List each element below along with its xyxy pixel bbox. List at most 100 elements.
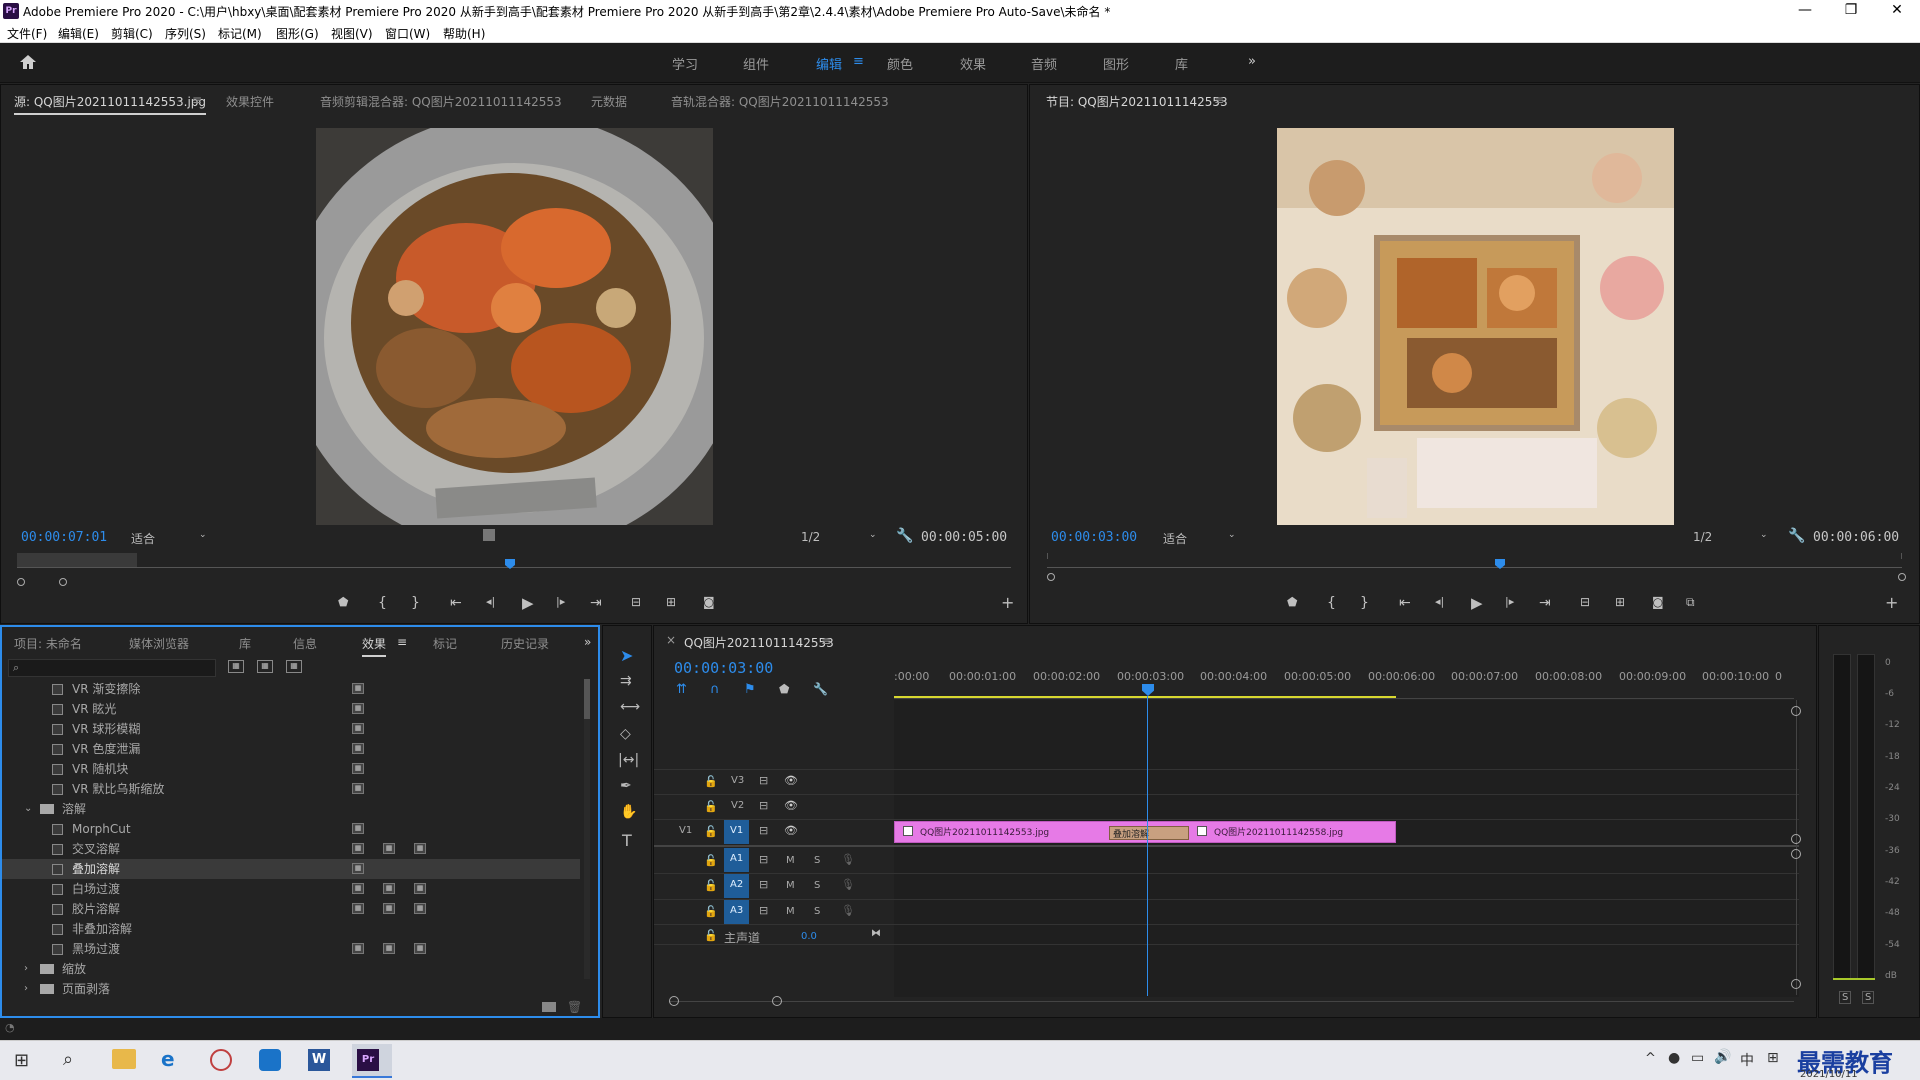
vertical-zoom-handle[interactable]: [1791, 706, 1801, 716]
program-mark-out-icon[interactable]: }: [1360, 595, 1369, 611]
delete-icon[interactable]: 🗑: [567, 1000, 582, 1014]
program-zoom-select[interactable]: 适合: [1163, 530, 1187, 547]
menu-edit[interactable]: 编辑(E): [58, 25, 99, 42]
ime-mode-icon[interactable]: ⊞: [1767, 1050, 1779, 1066]
list-item[interactable]: 白场过渡 ▦ ▦ ▦: [2, 879, 580, 899]
program-step-forward-icon[interactable]: |▸: [1505, 595, 1514, 608]
source-timecode[interactable]: 00:00:07:01: [21, 530, 107, 545]
workspace-more-icon[interactable]: »: [1248, 54, 1256, 69]
list-item-selected[interactable]: 叠加溶解 ▦: [2, 859, 580, 879]
program-mark-in-icon[interactable]: {: [1327, 595, 1336, 611]
slip-tool-icon[interactable]: |↔|: [618, 752, 639, 768]
track-label-v3[interactable]: V3: [731, 775, 744, 786]
list-item[interactable]: VR 色度泄漏 ▦: [2, 739, 580, 759]
program-add-button[interactable]: +: [1885, 593, 1898, 612]
linked-selection-icon[interactable]: ⚑: [744, 682, 756, 697]
effects-scrollbar[interactable]: [584, 679, 590, 979]
solo-button[interactable]: S: [814, 906, 820, 917]
program-add-marker-icon[interactable]: ⬟: [1287, 595, 1297, 609]
export-frame-icon[interactable]: ◙: [703, 595, 715, 609]
lock-icon[interactable]: 🔓: [704, 879, 718, 892]
track-area[interactable]: [894, 700, 1799, 997]
source-patch-v1[interactable]: V1: [679, 825, 692, 836]
tab-metadata[interactable]: 元数据: [591, 93, 627, 110]
eye-icon[interactable]: 👁: [784, 799, 798, 812]
workspace-graphics[interactable]: 图形: [1103, 54, 1129, 73]
mute-button[interactable]: M: [786, 855, 795, 866]
list-item[interactable]: VR 球形模糊 ▦: [2, 719, 580, 739]
nest-toggle-icon[interactable]: ⇈: [676, 682, 687, 697]
folder-item[interactable]: ⌄ 溶解: [2, 799, 580, 819]
add-marker-icon[interactable]: ⬟: [338, 595, 348, 609]
extract-icon[interactable]: ⊞: [1615, 595, 1625, 609]
timeline-playhead-icon[interactable]: [1142, 684, 1154, 696]
snap-icon[interactable]: ∩: [710, 682, 720, 697]
vertical-zoom-handle[interactable]: [1791, 979, 1801, 989]
menu-sequence[interactable]: 序列(S): [165, 25, 206, 42]
ime-indicator[interactable]: 中: [1740, 1050, 1754, 1070]
timeline-marker-icon[interactable]: ⬟: [779, 682, 789, 696]
close-button[interactable]: ✕: [1874, 0, 1920, 22]
vertical-zoom-handle[interactable]: [1791, 849, 1801, 859]
source-wrench-icon[interactable]: 🔧: [896, 528, 913, 544]
program-zoom-handle-left[interactable]: [1047, 573, 1055, 581]
program-resolution-select[interactable]: 1/2: [1693, 530, 1712, 544]
workspace-audio[interactable]: 音频: [1031, 54, 1057, 73]
list-item[interactable]: MorphCut ▦: [2, 819, 580, 839]
program-go-to-out-icon[interactable]: ⇥: [1539, 595, 1551, 611]
horizontal-scroll-handle[interactable]: [669, 996, 679, 1006]
effects-search-input[interactable]: ⌕: [8, 659, 216, 677]
menu-help[interactable]: 帮助(H): [443, 25, 485, 42]
list-item[interactable]: 交叉溶解 ▦ ▦ ▦: [2, 839, 580, 859]
mute-button[interactable]: M: [786, 906, 795, 917]
accelerated-effects-icon[interactable]: ▦: [228, 660, 244, 673]
taskbar-search-icon[interactable]: ⌕: [63, 1049, 73, 1070]
paint-app-icon[interactable]: [210, 1049, 232, 1071]
insert-icon[interactable]: ⊟: [631, 595, 641, 609]
horizontal-scroll-handle[interactable]: [772, 996, 782, 1006]
lock-icon[interactable]: 🔓: [704, 775, 718, 788]
home-icon[interactable]: [18, 53, 38, 71]
razor-tool-icon[interactable]: ◇: [620, 726, 631, 742]
lift-icon[interactable]: ⊟: [1580, 595, 1590, 609]
list-item[interactable]: VR 默比乌斯缩放 ▦: [2, 779, 580, 799]
tab-effect-controls[interactable]: 效果控件: [226, 93, 274, 110]
list-item[interactable]: VR 随机块 ▦: [2, 759, 580, 779]
overwrite-icon[interactable]: ⊞: [666, 595, 676, 609]
tab-source[interactable]: 源: QQ图片20211011142553.jpg: [14, 93, 207, 115]
vertical-zoom-handle[interactable]: [1791, 834, 1801, 844]
pen-tool-icon[interactable]: ✒: [620, 778, 632, 794]
program-step-back-icon[interactable]: ◂|: [1435, 595, 1444, 608]
expand-chevron-icon[interactable]: ›: [24, 959, 28, 979]
menu-window[interactable]: 窗口(W): [385, 25, 430, 42]
tab-history[interactable]: 历史记录: [501, 635, 549, 652]
go-to-in-icon[interactable]: ⇤: [450, 595, 462, 611]
effects-more-icon[interactable]: »: [584, 635, 591, 649]
transition-block[interactable]: 叠加溶解: [1109, 826, 1189, 840]
source-add-button[interactable]: +: [1001, 593, 1014, 612]
workspace-learn[interactable]: 学习: [672, 54, 698, 73]
tab-project[interactable]: 项目: 未命名: [14, 635, 82, 652]
comparison-view-icon[interactable]: ⧉: [1686, 595, 1695, 610]
meter-solo-right[interactable]: S: [1862, 991, 1875, 1004]
program-timecode[interactable]: 00:00:03:00: [1051, 530, 1137, 545]
maximize-button[interactable]: ❐: [1828, 0, 1874, 22]
play-icon[interactable]: ▶: [522, 594, 534, 612]
source-scrub-bar[interactable]: [17, 553, 1011, 573]
edge-browser-icon[interactable]: e: [161, 1047, 175, 1071]
workspace-effects[interactable]: 效果: [960, 54, 986, 73]
word-app-icon[interactable]: W: [308, 1049, 330, 1071]
lock-icon[interactable]: 🔓: [704, 929, 718, 942]
lock-icon[interactable]: 🔓: [704, 800, 718, 813]
menu-file[interactable]: 文件(F): [7, 25, 47, 42]
list-item[interactable]: VR 眩光 ▦: [2, 699, 580, 719]
step-forward-icon[interactable]: |▸: [556, 595, 565, 608]
folder-item[interactable]: › 缩放: [2, 959, 580, 979]
tablet-app-icon[interactable]: [259, 1049, 281, 1071]
track-target-a1[interactable]: A1: [724, 848, 749, 872]
new-bin-icon[interactable]: [542, 1002, 556, 1012]
tab-info[interactable]: 信息: [293, 635, 317, 652]
sync-lock-icon[interactable]: ⊟: [759, 878, 768, 891]
mic-icon[interactable]: 🎙: [841, 878, 855, 891]
eye-icon[interactable]: 👁: [784, 774, 798, 787]
